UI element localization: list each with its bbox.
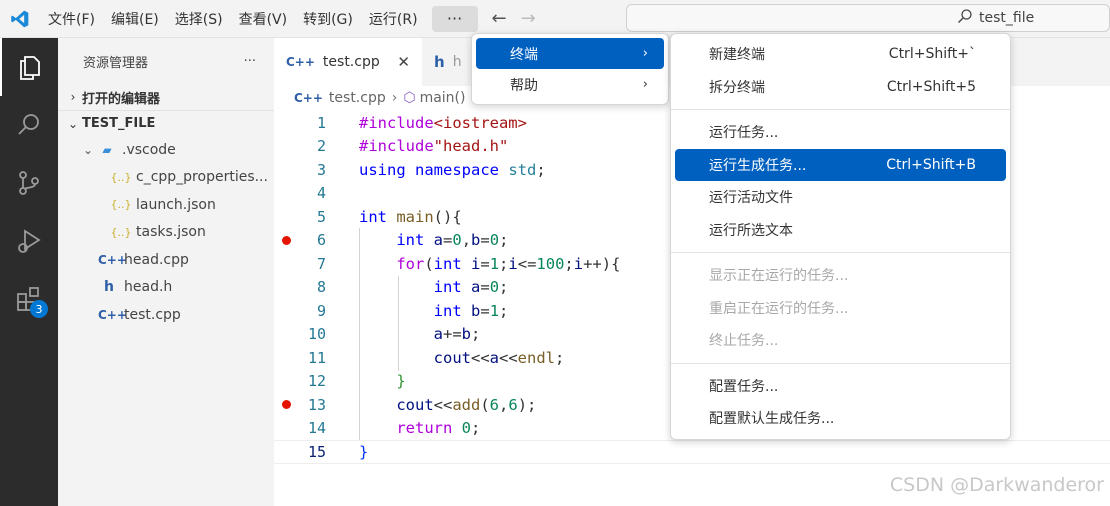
run-debug-icon[interactable]	[0, 212, 58, 270]
json-icon: {..}	[110, 198, 132, 212]
chevron-right-icon: ›	[70, 90, 76, 104]
terminal-submenu: 新建终端 Ctrl+Shift+` 拆分终端 Ctrl+Shift+5 运行任务…	[670, 33, 1011, 440]
chevron-down-icon: ⌄	[82, 142, 94, 157]
chevron-right-icon: ›	[642, 77, 648, 92]
shortcut-label: Ctrl+Shift+`	[888, 46, 976, 63]
explorer-sidebar: 资源管理器 ··· › 打开的编辑器 ⌄ TEST_FILE ⌄ ▰ .vsco…	[58, 38, 274, 506]
breakpoint-icon[interactable]	[282, 235, 291, 245]
cpp-icon: C++	[98, 307, 127, 322]
menu-item-terminate-task: 终止任务...	[709, 333, 779, 350]
close-icon[interactable]: ✕	[397, 53, 410, 71]
chevron-right-icon: ›	[642, 46, 648, 61]
command-center-search[interactable]: test_file	[626, 4, 1110, 32]
menu-more-button[interactable]: ···	[431, 5, 478, 32]
menu-item-run-build-task[interactable]: 运行生成任务... Ctrl+Shift+B	[675, 148, 1006, 181]
activity-bar: 3	[0, 38, 58, 506]
shortcut-label: Ctrl+Shift+B	[886, 156, 976, 173]
menu-item-configure-tasks[interactable]: 配置任务...	[675, 370, 1006, 403]
tab-head-h[interactable]: h h	[422, 38, 474, 86]
menu-separator	[671, 252, 1010, 253]
menu-file[interactable]: 文件(F)	[40, 0, 103, 38]
tree-item-c-cpp-properties[interactable]: {..} c_cpp_properties...	[58, 164, 274, 192]
explorer-icon[interactable]	[0, 38, 58, 96]
menu-item-configure-default-build-task[interactable]: 配置默认生成任务...	[675, 402, 1006, 435]
search-icon	[957, 8, 973, 28]
symbol-method-icon: ⬡	[403, 90, 416, 106]
tree-item-head-cpp[interactable]: C++ head.cpp	[58, 246, 274, 274]
menu-selection[interactable]: 选择(S)	[167, 0, 231, 38]
tree-item-launch-json[interactable]: {..} launch.json	[58, 191, 274, 219]
open-editors-section[interactable]: › 打开的编辑器	[58, 84, 274, 110]
menu-item-run-active-file[interactable]: 运行活动文件	[675, 181, 1006, 214]
source-control-icon[interactable]	[0, 154, 58, 212]
cpp-icon: C++	[286, 55, 315, 69]
chevron-right-icon: ›	[391, 90, 398, 106]
tree-item-head-h[interactable]: h head.h	[58, 274, 274, 302]
menu-separator	[671, 109, 1010, 110]
vscode-logo-icon	[0, 0, 40, 38]
h-icon: h	[434, 53, 445, 71]
menu-item-help[interactable]: 帮助 ›	[476, 69, 664, 100]
menu-separator	[671, 362, 1010, 364]
search-text: test_file	[979, 10, 1035, 26]
menu-item-show-running-tasks: 显示正在运行的任务...	[709, 268, 849, 285]
tree-item-tasks-json[interactable]: {..} tasks.json	[58, 219, 274, 247]
back-arrow-icon[interactable]: ←	[492, 8, 507, 29]
forward-arrow-icon[interactable]: →	[521, 8, 536, 29]
folder-section[interactable]: ⌄ TEST_FILE	[58, 110, 274, 136]
sidebar-title: 资源管理器	[83, 55, 149, 71]
breadcrumb-symbol[interactable]: main()	[420, 90, 466, 106]
menu-run[interactable]: 运行(R)	[361, 0, 426, 38]
menu-go[interactable]: 转到(G)	[295, 0, 361, 38]
tree-item-vscode[interactable]: ⌄ ▰ .vscode	[58, 136, 274, 164]
code-line-current: 15}	[274, 440, 1110, 464]
extensions-icon[interactable]: 3	[0, 270, 58, 328]
tab-test-cpp[interactable]: C++ test.cpp ✕	[274, 38, 422, 86]
menu-item-terminal[interactable]: 终端 ›	[476, 38, 664, 69]
more-menu-dropdown: 终端 › 帮助 ›	[471, 33, 669, 105]
shortcut-label: Ctrl+Shift+5	[886, 78, 976, 95]
sidebar-more-button[interactable]: ···	[244, 54, 256, 69]
menu-item-new-terminal[interactable]: 新建终端 Ctrl+Shift+`	[675, 38, 1006, 71]
menu-item-run-selected-text[interactable]: 运行所选文本	[675, 214, 1006, 247]
tree-item-test-cpp[interactable]: C++ test.cpp	[58, 301, 274, 329]
menu-edit[interactable]: 编辑(E)	[103, 0, 167, 38]
breadcrumb-file[interactable]: test.cpp	[329, 90, 386, 106]
menu-item-run-task[interactable]: 运行任务...	[675, 116, 1006, 149]
menu-view[interactable]: 查看(V)	[231, 0, 296, 38]
chevron-down-icon: ⌄	[67, 116, 79, 131]
json-icon: {..}	[110, 170, 132, 184]
json-icon: {..}	[110, 225, 132, 239]
menu-item-restart-running-task: 重启正在运行的任务...	[709, 300, 849, 317]
watermark-text: CSDN @Darkwanderor	[889, 474, 1104, 496]
sidebar-header: 资源管理器 ···	[58, 38, 274, 84]
cpp-icon: C++	[98, 252, 127, 267]
menu-item-split-terminal[interactable]: 拆分终端 Ctrl+Shift+5	[675, 71, 1006, 104]
extensions-badge: 3	[30, 300, 48, 318]
cpp-icon: C++	[294, 91, 323, 105]
search-activity-icon[interactable]	[0, 96, 58, 154]
h-icon: h	[104, 279, 114, 296]
folder-icon: ▰	[102, 142, 112, 157]
breakpoint-icon[interactable]	[282, 400, 291, 410]
